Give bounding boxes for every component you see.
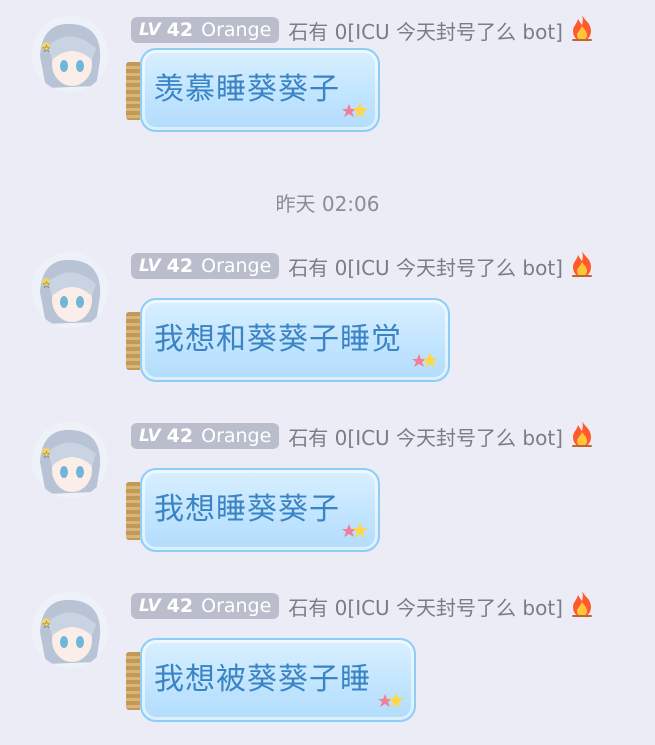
fire-icon xyxy=(569,250,595,282)
svg-text:☆: ☆ xyxy=(42,450,51,461)
avatar[interactable]: ☆ xyxy=(32,16,108,92)
level-title: Orange xyxy=(201,595,272,617)
level-prefix: LV xyxy=(139,256,161,276)
sender-header: LV 42 Orange 石有 0[ICU 今天封号了么 bot] xyxy=(131,590,595,622)
bubble-body: 我想和葵葵子睡觉 xyxy=(140,298,450,382)
star-sticker-icon xyxy=(410,350,440,376)
message-text: 我想和葵葵子睡觉 xyxy=(154,322,402,357)
message-text: 我想被葵葵子睡 xyxy=(154,662,371,697)
svg-text:☆: ☆ xyxy=(42,280,51,291)
level-title: Orange xyxy=(201,19,272,41)
star-sticker-icon xyxy=(340,100,370,126)
level-badge: LV 42 Orange xyxy=(131,17,280,43)
sender-nickname[interactable]: 石有 0[ICU 今天封号了么 bot] xyxy=(288,592,563,621)
bubble-body: 我想被葵葵子睡 xyxy=(140,638,416,722)
timestamp: 昨天 02:06 xyxy=(275,192,380,216)
sender-header: LV 42 Orange 石有 0[ICU 今天封号了么 bot] xyxy=(131,14,595,46)
fire-icon xyxy=(569,590,595,622)
level-badge: LV 42 Orange xyxy=(131,593,280,619)
message-text: 我想睡葵葵子 xyxy=(154,492,340,527)
level-number: 42 xyxy=(166,19,194,41)
star-sticker-icon xyxy=(340,520,370,546)
level-prefix: LV xyxy=(139,596,161,616)
message-text: 羡慕睡葵葵子 xyxy=(154,72,340,107)
fire-icon xyxy=(569,420,595,452)
level-number: 42 xyxy=(166,595,194,617)
level-title: Orange xyxy=(201,425,272,447)
sender-header: LV 42 Orange 石有 0[ICU 今天封号了么 bot] xyxy=(131,420,595,452)
bottle-cork xyxy=(126,312,140,370)
sender-nickname[interactable]: 石有 0[ICU 今天封号了么 bot] xyxy=(288,16,563,45)
level-number: 42 xyxy=(166,425,194,447)
sender-header: LV 42 Orange 石有 0[ICU 今天封号了么 bot] xyxy=(131,250,595,282)
level-prefix: LV xyxy=(139,426,161,446)
bubble-body: 羡慕睡葵葵子 xyxy=(140,48,380,132)
level-number: 42 xyxy=(166,255,194,277)
sender-nickname[interactable]: 石有 0[ICU 今天封号了么 bot] xyxy=(288,422,563,451)
bottle-cork xyxy=(126,482,140,540)
level-prefix: LV xyxy=(139,20,161,40)
svg-text:☆: ☆ xyxy=(42,620,51,631)
fire-icon xyxy=(569,14,595,46)
avatar[interactable]: ☆ xyxy=(32,422,108,498)
avatar[interactable]: ☆ xyxy=(32,252,108,328)
avatar[interactable]: ☆ xyxy=(32,592,108,668)
sender-nickname[interactable]: 石有 0[ICU 今天封号了么 bot] xyxy=(288,252,563,281)
level-badge: LV 42 Orange xyxy=(131,423,280,449)
svg-text:☆: ☆ xyxy=(42,44,51,55)
level-badge: LV 42 Orange xyxy=(131,253,280,279)
bubble-body: 我想睡葵葵子 xyxy=(140,468,380,552)
level-title: Orange xyxy=(201,255,272,277)
bottle-cork xyxy=(126,652,140,710)
star-sticker-icon xyxy=(376,690,406,716)
bottle-cork xyxy=(126,62,140,120)
